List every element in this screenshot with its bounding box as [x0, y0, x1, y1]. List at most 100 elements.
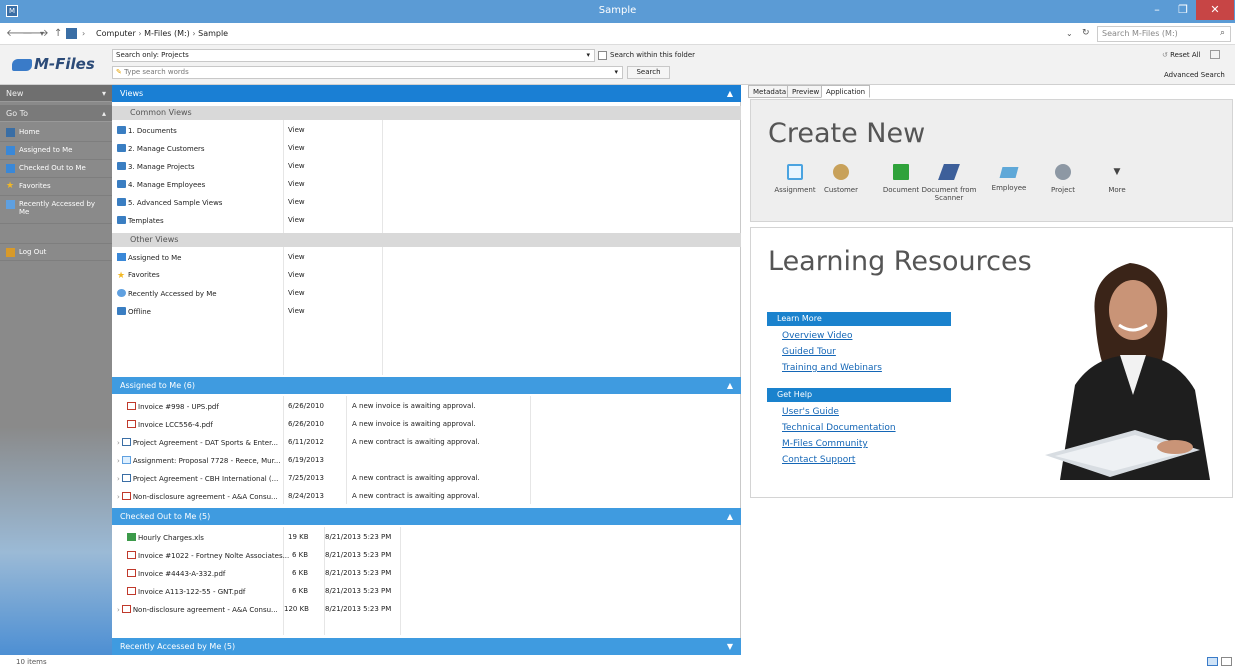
refresh-icon[interactable]: ↻ [1082, 28, 1090, 38]
forward-button[interactable]: 🡒 [22, 27, 49, 39]
search-tag-icon: ✎ [116, 68, 122, 76]
logo-mark-icon [12, 58, 32, 71]
recent-icon [6, 200, 15, 209]
excel-icon [127, 533, 136, 541]
items-count: 10 items [16, 658, 47, 666]
employee-icon [999, 167, 1019, 178]
details-view-icon[interactable] [1207, 657, 1218, 666]
sidebar-item-favorites[interactable]: ★ Favorites [0, 178, 112, 196]
list-item[interactable]: Templates View [112, 212, 741, 230]
history-dropdown[interactable]: ▾ [40, 29, 44, 38]
technical-documentation-link[interactable]: Technical Documentation [782, 423, 896, 433]
list-item[interactable]: 2. Manage Customers View [112, 140, 741, 158]
table-row[interactable]: › Project Agreement - DAT Sports & Enter.… [112, 434, 741, 452]
learn-more-header: Learn More [767, 312, 951, 326]
views-header[interactable]: Views ▲ [112, 85, 741, 102]
list-item[interactable]: Recently Accessed by Me View [112, 285, 741, 303]
common-views-group[interactable]: Common Views [112, 106, 741, 120]
table-row[interactable]: › Non-disclosure agreement - A&A Consu...… [112, 488, 741, 506]
create-customer-button[interactable]: Customer [813, 164, 869, 194]
reset-all-button[interactable]: ↺ Reset All [1162, 51, 1201, 59]
sidebar-item-recent[interactable]: Recently Accessed by Me [0, 196, 112, 224]
maximize-button[interactable]: ❐ [1170, 0, 1196, 20]
list-item[interactable]: 5. Advanced Sample Views View [112, 194, 741, 212]
collapse-search-icon[interactable] [1210, 50, 1220, 59]
more-button[interactable]: ▼ More [1089, 164, 1145, 194]
contact-support-link[interactable]: Contact Support [782, 455, 855, 465]
folder-icon [117, 180, 126, 188]
other-views-group[interactable]: Other Views [112, 233, 741, 247]
list-item[interactable]: ★ Favorites View [112, 267, 741, 285]
list-item[interactable]: 4. Manage Employees View [112, 176, 741, 194]
table-row[interactable]: Invoice #1022 - Fortney Nolte Associates… [112, 547, 741, 565]
sidebar-item-assigned[interactable]: Assigned to Me [0, 142, 112, 160]
guided-tour-link[interactable]: Guided Tour [782, 347, 836, 357]
tiles-view-icon[interactable] [1221, 657, 1232, 666]
breadcrumb-item[interactable]: Computer [96, 29, 136, 38]
folder-icon [117, 162, 126, 170]
search-within-checkbox[interactable] [598, 51, 607, 60]
create-project-button[interactable]: Project [1035, 164, 1091, 194]
table-row[interactable]: Invoice LCC556-4.pdf 6/26/2010 A new invoi… [112, 416, 741, 434]
logout-button[interactable]: Log Out [0, 243, 112, 261]
expand-icon: ▼ [726, 642, 733, 651]
breadcrumb-item[interactable]: Sample [198, 29, 228, 38]
search-icon[interactable]: ⌕ [1220, 28, 1225, 38]
search-input[interactable]: Search M-Files (M:) [1097, 26, 1231, 42]
table-row[interactable]: Invoice #4443-A-332.pdf 6 KB 8/21/2013 5:2… [112, 565, 741, 583]
address-bar: 🡐 🡒 ▾ ↑ › Computer › M-Files (M:) › Samp… [0, 23, 1235, 45]
checked-out-header[interactable]: Checked Out to Me (5) ▲ [112, 508, 741, 525]
vault-icon [66, 28, 77, 39]
assignment-icon [787, 164, 803, 180]
project-icon [1055, 164, 1071, 180]
tab-preview[interactable]: Preview [787, 85, 825, 98]
pdf-icon [127, 587, 136, 595]
breadcrumb-item[interactable]: M-Files (M:) [144, 29, 190, 38]
assigned-icon [6, 146, 15, 155]
create-employee-button[interactable]: Employee [981, 164, 1037, 192]
expand-icon[interactable]: › [117, 457, 120, 465]
table-row[interactable]: › Non-disclosure agreement - A&A Consu...… [112, 601, 741, 619]
table-row[interactable]: Invoice #998 - UPS.pdf 6/26/2010 A new inv… [112, 398, 741, 416]
create-document-scanner-button[interactable]: Document from Scanner [921, 164, 977, 202]
tab-metadata[interactable]: Metadata [748, 85, 792, 98]
star-icon: ★ [6, 181, 15, 191]
list-item[interactable]: Offline View [112, 303, 741, 321]
address-dropdown-icon[interactable]: ⌄ [1066, 29, 1073, 38]
table-row[interactable]: Invoice A113-122-55 - GNT.pdf 6 KB 8/21/20… [112, 583, 741, 601]
search-button[interactable]: Search [627, 66, 670, 79]
assigned-header[interactable]: Assigned to Me (6) ▲ [112, 377, 741, 394]
overview-video-link[interactable]: Overview Video [782, 331, 852, 341]
close-button[interactable]: ✕ [1196, 0, 1234, 20]
advanced-search-button[interactable]: Advanced Search [1164, 71, 1225, 79]
table-row[interactable]: › Project Agreement - CBH International (… [112, 470, 741, 488]
goto-header[interactable]: Go To ▴ [0, 105, 112, 122]
mfiles-community-link[interactable]: M-Files Community [782, 439, 868, 449]
breadcrumb: Computer › M-Files (M:) › Sample [96, 29, 228, 38]
minimize-button[interactable]: – [1144, 0, 1170, 20]
table-row[interactable]: › Assignment: Proposal 7728 - Reece, Mur.… [112, 452, 741, 470]
list-item[interactable]: 1. Documents View [112, 122, 741, 140]
training-webinars-link[interactable]: Training and Webinars [782, 363, 882, 373]
create-new-title: Create New [768, 118, 926, 149]
search-scope-select[interactable]: Search only: Projects ▾ [112, 49, 595, 62]
tab-application[interactable]: Application [821, 85, 871, 98]
reset-icon: ↺ [1162, 51, 1168, 59]
expand-icon[interactable]: › [117, 606, 120, 614]
get-help-header: Get Help [767, 388, 951, 402]
star-icon: ★ [117, 271, 126, 281]
create-new-box: Create New Assignment Customer Document … [750, 99, 1233, 222]
expand-icon[interactable]: › [117, 475, 120, 483]
sidebar-item-home[interactable]: Home [0, 124, 112, 142]
expand-icon[interactable]: › [117, 493, 120, 501]
search-words-input[interactable]: ✎ Type search words ▾ [112, 66, 623, 79]
list-item[interactable]: Assigned to Me View [112, 249, 741, 267]
users-guide-link[interactable]: User's Guide [782, 407, 839, 417]
up-button[interactable]: ↑ [54, 28, 62, 39]
expand-icon[interactable]: › [117, 439, 120, 447]
table-row[interactable]: Hourly Charges.xls 19 KB 8/21/2013 5:23 PM [112, 529, 741, 547]
sidebar-item-checked-out[interactable]: Checked Out to Me [0, 160, 112, 178]
recent-header[interactable]: Recently Accessed by Me (5) ▼ [112, 638, 741, 655]
list-item[interactable]: 3. Manage Projects View [112, 158, 741, 176]
new-menu[interactable]: New ▾ [0, 85, 112, 102]
